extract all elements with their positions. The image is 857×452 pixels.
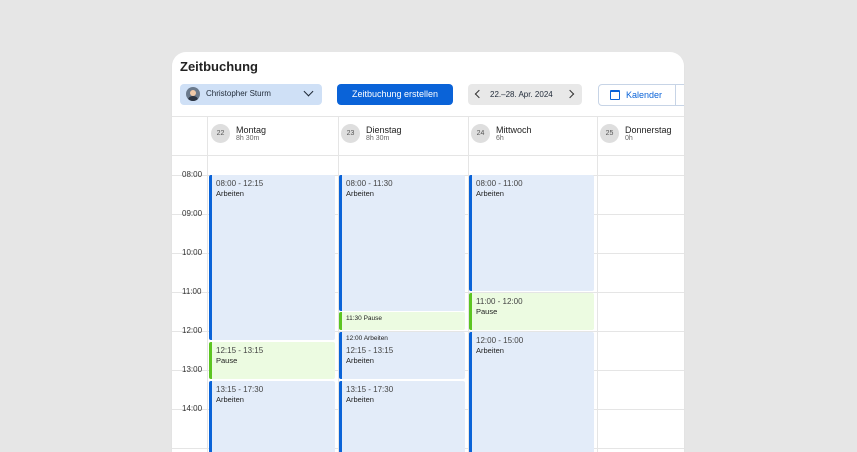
user-select[interactable]: Christopher Sturm — [180, 84, 322, 105]
day-name: Donnerstag — [625, 125, 672, 135]
view-toggle: Kalender — [598, 84, 684, 106]
column-divider — [207, 116, 208, 452]
time-label: 13:00 — [182, 365, 203, 374]
event-title: Pause — [476, 307, 498, 316]
event-time: 12:00 - 15:00 — [476, 336, 524, 345]
event-time: 12:15 - 13:15 — [216, 346, 264, 355]
day-number: 22 — [211, 124, 230, 143]
event-time: 13:15 - 17:30 — [346, 385, 394, 394]
day-name: Mittwoch — [496, 125, 532, 135]
time-label: 10:00 — [182, 248, 203, 257]
event-pause[interactable]: 12:15 - 13:15 Pause — [209, 342, 335, 379]
time-label: 11:00 — [182, 287, 202, 296]
time-label: 09:00 — [182, 209, 203, 218]
event-arbeiten[interactable]: 12:00 - 15:00 Arbeiten — [469, 332, 594, 452]
event-arbeiten[interactable]: 13:15 - 17:30 Arbeiten — [339, 381, 465, 452]
toggle-divider — [675, 85, 676, 105]
event-time: 08:00 - 11:00 — [476, 179, 523, 188]
time-label: 08:00 — [182, 170, 203, 179]
event-pause[interactable]: 11:00 - 12:00 Pause — [469, 293, 594, 330]
event-title: 11:30 Pause — [346, 315, 383, 322]
day-hours: 8h 30m — [236, 135, 260, 142]
day-number: 23 — [341, 124, 360, 143]
chevron-right-icon[interactable] — [565, 89, 575, 99]
event-arbeiten[interactable]: 08:00 - 12:15 Arbeiten — [209, 175, 335, 340]
grid-line — [172, 116, 684, 117]
event-title: Arbeiten — [476, 346, 504, 355]
day-hours: 8h 30m — [366, 135, 390, 142]
event-title: Arbeiten — [216, 395, 244, 404]
day-hours: 6h — [496, 135, 504, 142]
day-name: Dienstag — [366, 125, 402, 135]
view-kalender-button[interactable]: Kalender — [626, 90, 662, 100]
calendar-grid: 08:00 09:00 10:00 11:00 12:00 13:00 14:0… — [172, 116, 684, 452]
event-arbeiten[interactable]: 08:00 - 11:30 Arbeiten — [339, 175, 465, 311]
page-title: Zeitbuchung — [180, 59, 258, 74]
event-title: Arbeiten — [476, 189, 504, 198]
event-title: Arbeiten — [346, 395, 374, 404]
event-title: Arbeiten — [346, 189, 374, 198]
day-number: 24 — [471, 124, 490, 143]
event-time: 13:15 - 17:30 — [216, 385, 264, 394]
event-time: 12:15 - 13:15 — [346, 346, 394, 355]
event-title: Arbeiten — [346, 356, 374, 365]
time-booking-panel: Zeitbuchung Christopher Sturm Zeitbuchun… — [172, 52, 684, 452]
avatar — [186, 87, 200, 101]
chevron-left-icon[interactable] — [474, 89, 484, 99]
event-time: 08:00 - 11:30 — [346, 179, 393, 188]
event-title: Arbeiten — [216, 189, 244, 198]
week-range: 22.–28. Apr. 2024 — [490, 90, 553, 99]
day-number: 25 — [600, 124, 619, 143]
event-time: 08:00 - 12:15 — [216, 179, 264, 188]
event-title: Pause — [216, 356, 238, 365]
time-label: 14:00 — [182, 404, 203, 413]
event-pause[interactable]: 11:30 Pause — [339, 312, 465, 330]
event-arbeiten[interactable]: 12:00 Arbeiten 12:15 - 13:15 Arbeiten — [339, 332, 465, 379]
event-arbeiten[interactable]: 13:15 - 17:30 Arbeiten — [209, 381, 335, 452]
time-label: 12:00 — [182, 326, 203, 335]
event-time: 11:00 - 12:00 — [476, 297, 523, 306]
week-navigator: 22.–28. Apr. 2024 — [468, 84, 582, 105]
event-subtitle: 12:00 Arbeiten — [346, 335, 388, 342]
calendar-icon — [610, 90, 620, 100]
day-name: Montag — [236, 125, 267, 135]
user-name: Christopher Sturm — [206, 89, 271, 98]
chevron-down-icon — [303, 86, 314, 97]
create-booking-button[interactable]: Zeitbuchung erstellen — [337, 84, 453, 105]
column-divider — [597, 116, 598, 452]
event-arbeiten[interactable]: 08:00 - 11:00 Arbeiten — [469, 175, 594, 291]
grid-line — [172, 155, 684, 156]
day-hours: 0h — [625, 135, 633, 142]
